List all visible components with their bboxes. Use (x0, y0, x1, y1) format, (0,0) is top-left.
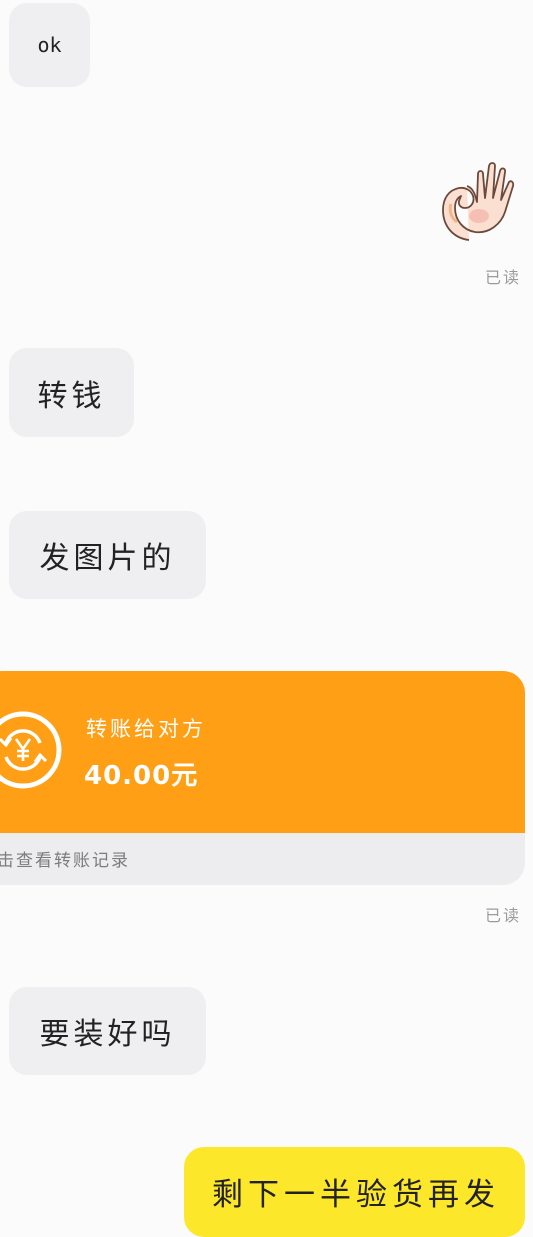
transfer-amount: 40.00元 (84, 761, 199, 791)
transfer-record-link[interactable]: 点击查看转账记录 (0, 846, 130, 871)
read-receipt: 已读 (484, 906, 521, 925)
transfer-title: 转账给对方 (86, 717, 206, 741)
message-bubble-received[interactable]: 转钱 (9, 348, 134, 437)
ok-hand-sticker-icon[interactable] (439, 158, 519, 244)
message-text: 要装好吗 (39, 1017, 176, 1052)
message-text: 剩下一半验货再发 (212, 1177, 500, 1213)
message-text: 发图片的 (39, 541, 176, 576)
message-bubble-received[interactable]: ok (9, 3, 90, 87)
message-bubble-received[interactable]: 要装好吗 (9, 987, 206, 1075)
transfer-card[interactable]: 转账给对方 40.00元 点击查看转账记录 (0, 671, 525, 885)
message-text: ok (37, 33, 62, 57)
message-bubble-sent[interactable]: 剩下一半验货再发 (184, 1147, 525, 1237)
message-text: 转钱 (37, 378, 106, 414)
transfer-card-header: 转账给对方 40.00元 (0, 671, 525, 833)
message-bubble-received[interactable]: 发图片的 (9, 511, 206, 599)
read-receipt: 已读 (484, 268, 521, 287)
yuan-exchange-icon (0, 711, 62, 789)
